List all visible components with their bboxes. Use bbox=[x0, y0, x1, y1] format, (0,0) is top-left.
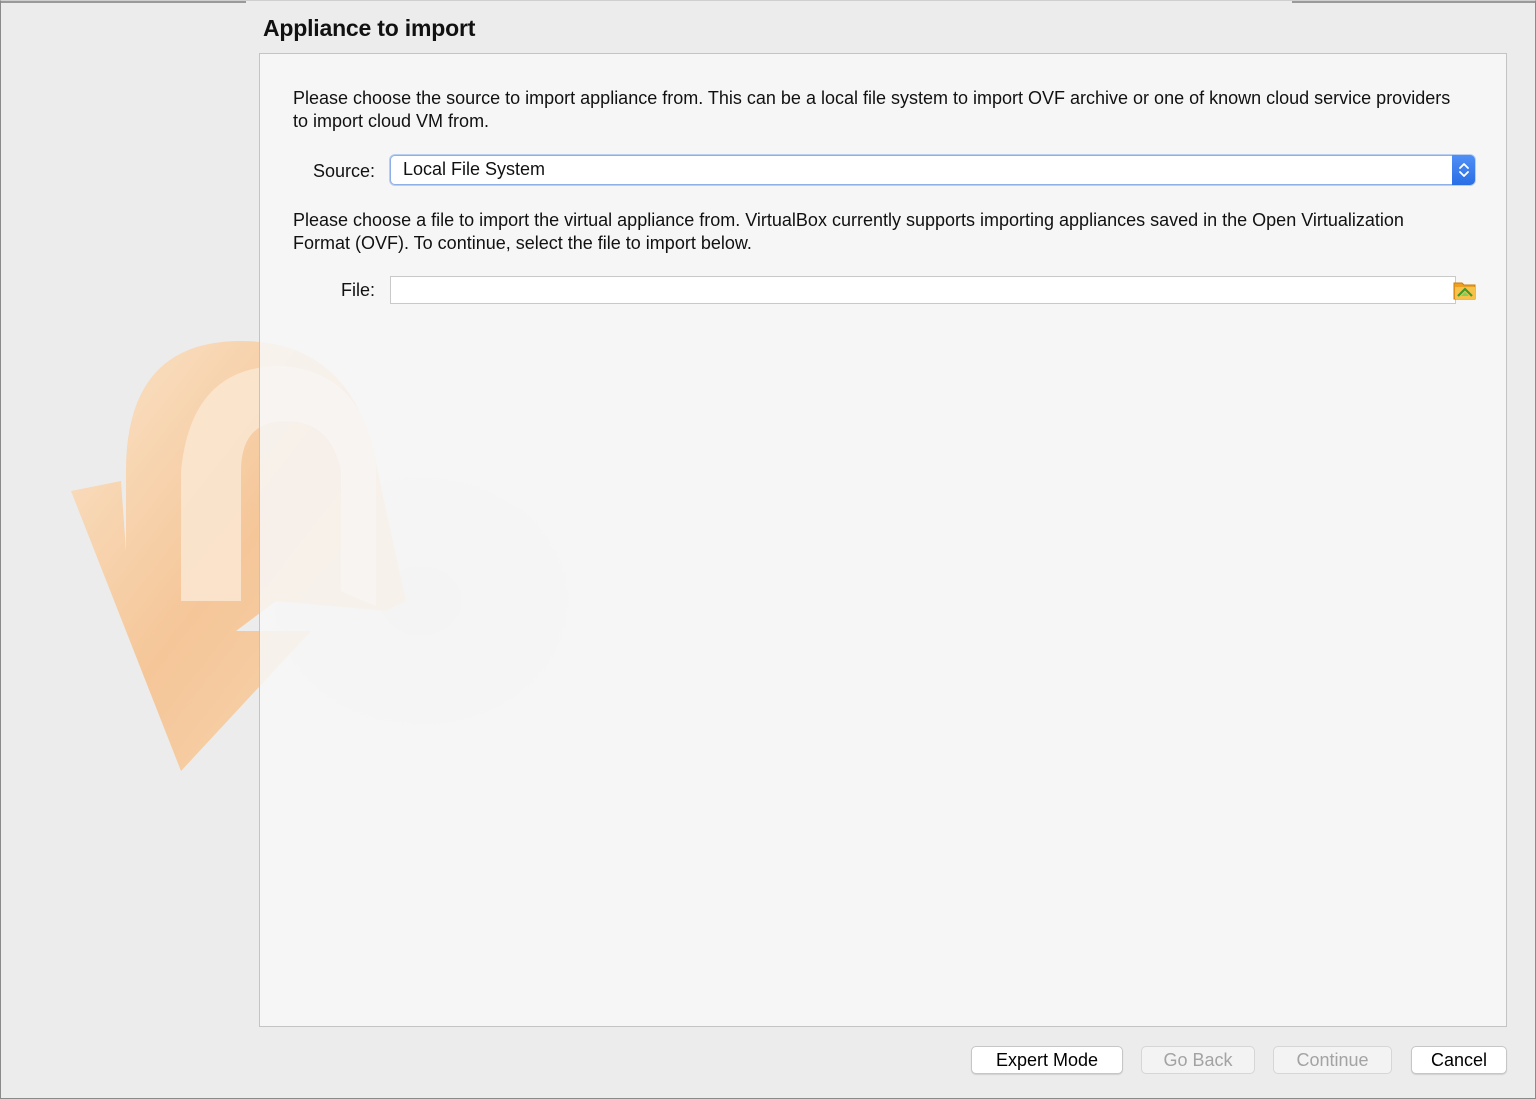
wizard-content-panel: Please choose the source to import appli… bbox=[259, 53, 1507, 1027]
page-title: Appliance to import bbox=[263, 15, 476, 41]
cancel-button[interactable]: Cancel bbox=[1411, 1046, 1507, 1074]
source-description: Please choose the source to import appli… bbox=[293, 88, 1451, 131]
window-edge bbox=[1, 1, 246, 3]
file-description: Please choose a file to import the virtu… bbox=[293, 210, 1404, 253]
file-path-input[interactable] bbox=[390, 276, 1456, 304]
file-label: File: bbox=[340, 280, 375, 300]
import-appliance-window: Appliance to import Please choose the so… bbox=[0, 0, 1536, 1099]
go-back-button[interactable]: Go Back bbox=[1141, 1046, 1255, 1074]
source-label: Source: bbox=[312, 161, 375, 181]
window-edge bbox=[1292, 1, 1535, 3]
source-select-value: Local File System bbox=[403, 159, 546, 179]
folder-open-icon[interactable] bbox=[1453, 278, 1477, 302]
select-arrows-icon[interactable] bbox=[1452, 155, 1475, 185]
expert-mode-button[interactable]: Expert Mode bbox=[971, 1046, 1123, 1074]
source-select[interactable]: Local File System bbox=[390, 155, 1475, 185]
continue-button[interactable]: Continue bbox=[1273, 1046, 1392, 1074]
